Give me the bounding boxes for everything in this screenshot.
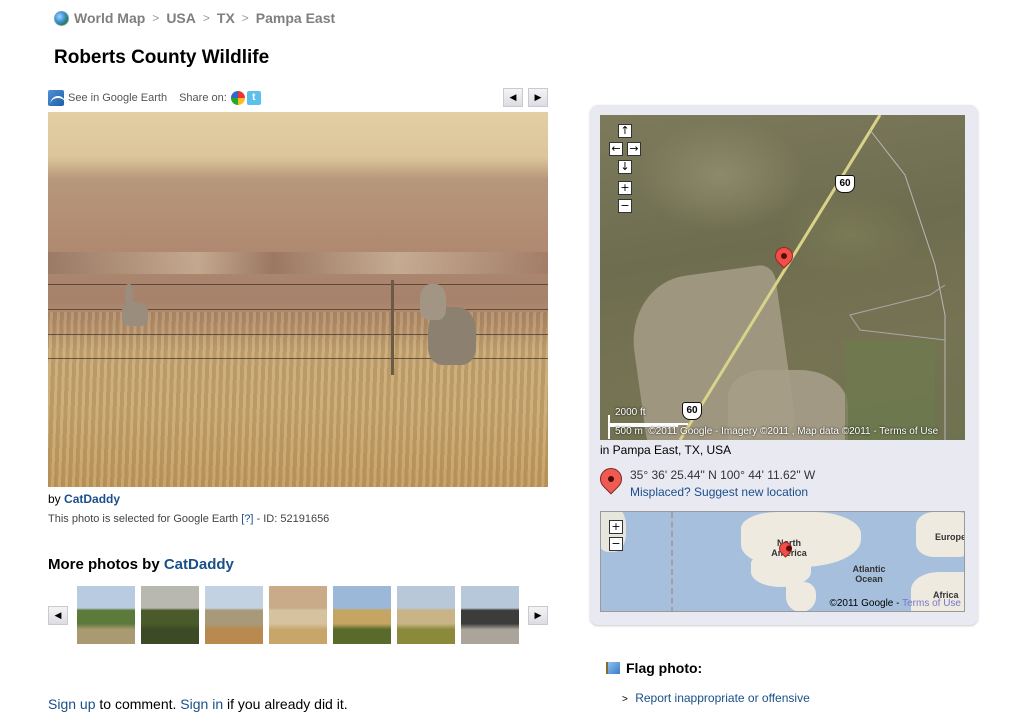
- author-link[interactable]: CatDaddy: [64, 492, 120, 506]
- thumbnails-prev-button[interactable]: ◀: [48, 606, 68, 625]
- thumbnail-photo[interactable]: [333, 586, 391, 644]
- comment-text: to comment.: [99, 696, 177, 712]
- overview-copyright: ©2011 Google -: [829, 598, 900, 609]
- suggest-location-link[interactable]: Misplaced? Suggest new location: [630, 485, 808, 499]
- overview-map[interactable]: + − North America Atlantic Ocean Europe …: [600, 511, 965, 612]
- breadcrumb-separator: >: [152, 11, 160, 25]
- breadcrumb-pampa-east[interactable]: Pampa East: [256, 10, 335, 26]
- location-marker-icon: [595, 463, 627, 495]
- photo-deer: [122, 302, 148, 326]
- place-name: in Pampa East, TX, USA: [600, 443, 732, 457]
- flag-icon: [606, 662, 620, 674]
- pan-right-button[interactable]: →: [627, 142, 641, 156]
- overview-zoom-out-button[interactable]: −: [609, 537, 623, 551]
- thumbnails-next-button[interactable]: ▶: [528, 606, 548, 625]
- pan-down-button[interactable]: ↓: [618, 160, 632, 174]
- date-line: [671, 512, 673, 611]
- pan-up-button[interactable]: ↑: [618, 124, 632, 138]
- thumbnail-photo[interactable]: [461, 586, 519, 644]
- thumbnail-photo[interactable]: [77, 586, 135, 644]
- google-earth-note-text: This photo is selected for Google Earth: [48, 513, 239, 525]
- breadcrumb-world-map[interactable]: World Map: [74, 10, 145, 26]
- report-inappropriate-link[interactable]: Report inappropriate or offensive: [635, 691, 810, 705]
- zoom-in-button[interactable]: +: [618, 181, 632, 195]
- scale-m-label: 500 m: [615, 426, 643, 437]
- thumbnail-photo[interactable]: [397, 586, 455, 644]
- label-atlantic-ocean: Atlantic Ocean: [852, 564, 886, 584]
- breadcrumb: World Map > USA > TX > Pampa East: [54, 10, 335, 26]
- twitter-share-icon[interactable]: t: [246, 91, 261, 105]
- scale-ft-label: 2000 ft: [615, 407, 646, 418]
- flag-photo-heading: Flag photo:: [606, 660, 702, 676]
- comment-prompt: Sign up to comment. Sign in if you alrea…: [48, 696, 348, 712]
- highway-60-road: [678, 115, 882, 440]
- breadcrumb-usa[interactable]: USA: [166, 10, 196, 26]
- label-europe: Europe: [935, 532, 965, 542]
- previous-photo-button[interactable]: ◀: [503, 88, 523, 107]
- more-photos-prefix: More photos by: [48, 556, 160, 573]
- comment-suffix: if you already did it.: [227, 696, 348, 712]
- page-title: Roberts County Wildlife: [54, 47, 270, 68]
- photo-id: - ID: 52191656: [256, 513, 330, 525]
- map-panel: ↑ ← → ↓ + − 60 60 2000 ft 500 m ©2011 Go…: [590, 105, 978, 625]
- google-earth-icon[interactable]: [48, 90, 64, 106]
- map-copyright[interactable]: ©2011 Google - Imagery ©2011 , Map data …: [648, 426, 938, 437]
- photo-fence-post: [391, 280, 394, 375]
- sign-up-link[interactable]: Sign up: [48, 696, 95, 712]
- photo-deer-head: [125, 284, 133, 304]
- more-photos-title: More photos by CatDaddy: [48, 556, 234, 573]
- county-road: [849, 284, 946, 341]
- breadcrumb-separator: >: [202, 11, 210, 25]
- thumbnail-strip: ◀ ▶: [48, 586, 548, 644]
- google-earth-note: This photo is selected for Google Earth …: [48, 513, 329, 525]
- flag-title: Flag photo:: [626, 660, 703, 676]
- bullet-chevron-icon: >: [622, 694, 628, 705]
- photo-fence-wire: [48, 284, 548, 285]
- next-photo-button[interactable]: ▶: [528, 88, 548, 107]
- overview-attribution: ©2011 Google - Terms of Use: [829, 598, 961, 609]
- byline-prefix: by: [48, 492, 61, 506]
- map-land-central-america: [786, 582, 816, 611]
- google-earth-help-link[interactable]: [?]: [241, 513, 253, 525]
- county-road: [869, 129, 946, 440]
- coordinates: 35° 36' 25.44" N 100° 44' 11.62" W: [630, 468, 816, 482]
- overview-terms-link[interactable]: Terms of Use: [902, 598, 961, 609]
- pan-left-button[interactable]: ←: [609, 142, 623, 156]
- us-60-shield-icon: 60: [835, 175, 855, 193]
- photo-deer-head: [420, 284, 446, 320]
- share-label: Share on:: [179, 92, 227, 104]
- google-buzz-share-icon[interactable]: [230, 91, 245, 105]
- thumbnail-photo[interactable]: [205, 586, 263, 644]
- thumbnail-photo[interactable]: [269, 586, 327, 644]
- globe-icon: [54, 10, 69, 26]
- zoom-out-button[interactable]: −: [618, 199, 632, 213]
- thumbnail-photo[interactable]: [141, 586, 199, 644]
- report-item: > Report inappropriate or offensive: [622, 691, 810, 705]
- photo-toolbar: See in Google Earth Share on: t ◀ ▶: [48, 88, 548, 107]
- breadcrumb-separator: >: [241, 11, 249, 25]
- see-in-google-earth-link[interactable]: See in Google Earth: [68, 92, 167, 104]
- overview-zoom-in-button[interactable]: +: [609, 520, 623, 534]
- photo-byline: by CatDaddy: [48, 492, 120, 506]
- map-roads: [678, 115, 946, 440]
- breadcrumb-tx[interactable]: TX: [217, 10, 235, 26]
- photo-creek-bank: [48, 252, 548, 274]
- satellite-map[interactable]: ↑ ← → ↓ + − 60 60 2000 ft 500 m ©2011 Go…: [600, 115, 965, 440]
- sign-in-link[interactable]: Sign in: [180, 696, 223, 712]
- more-photos-author-link[interactable]: CatDaddy: [164, 556, 234, 573]
- main-photo[interactable]: [48, 112, 548, 487]
- map-attribution: 500 m ©2011 Google - Imagery ©2011 , Map…: [615, 426, 938, 437]
